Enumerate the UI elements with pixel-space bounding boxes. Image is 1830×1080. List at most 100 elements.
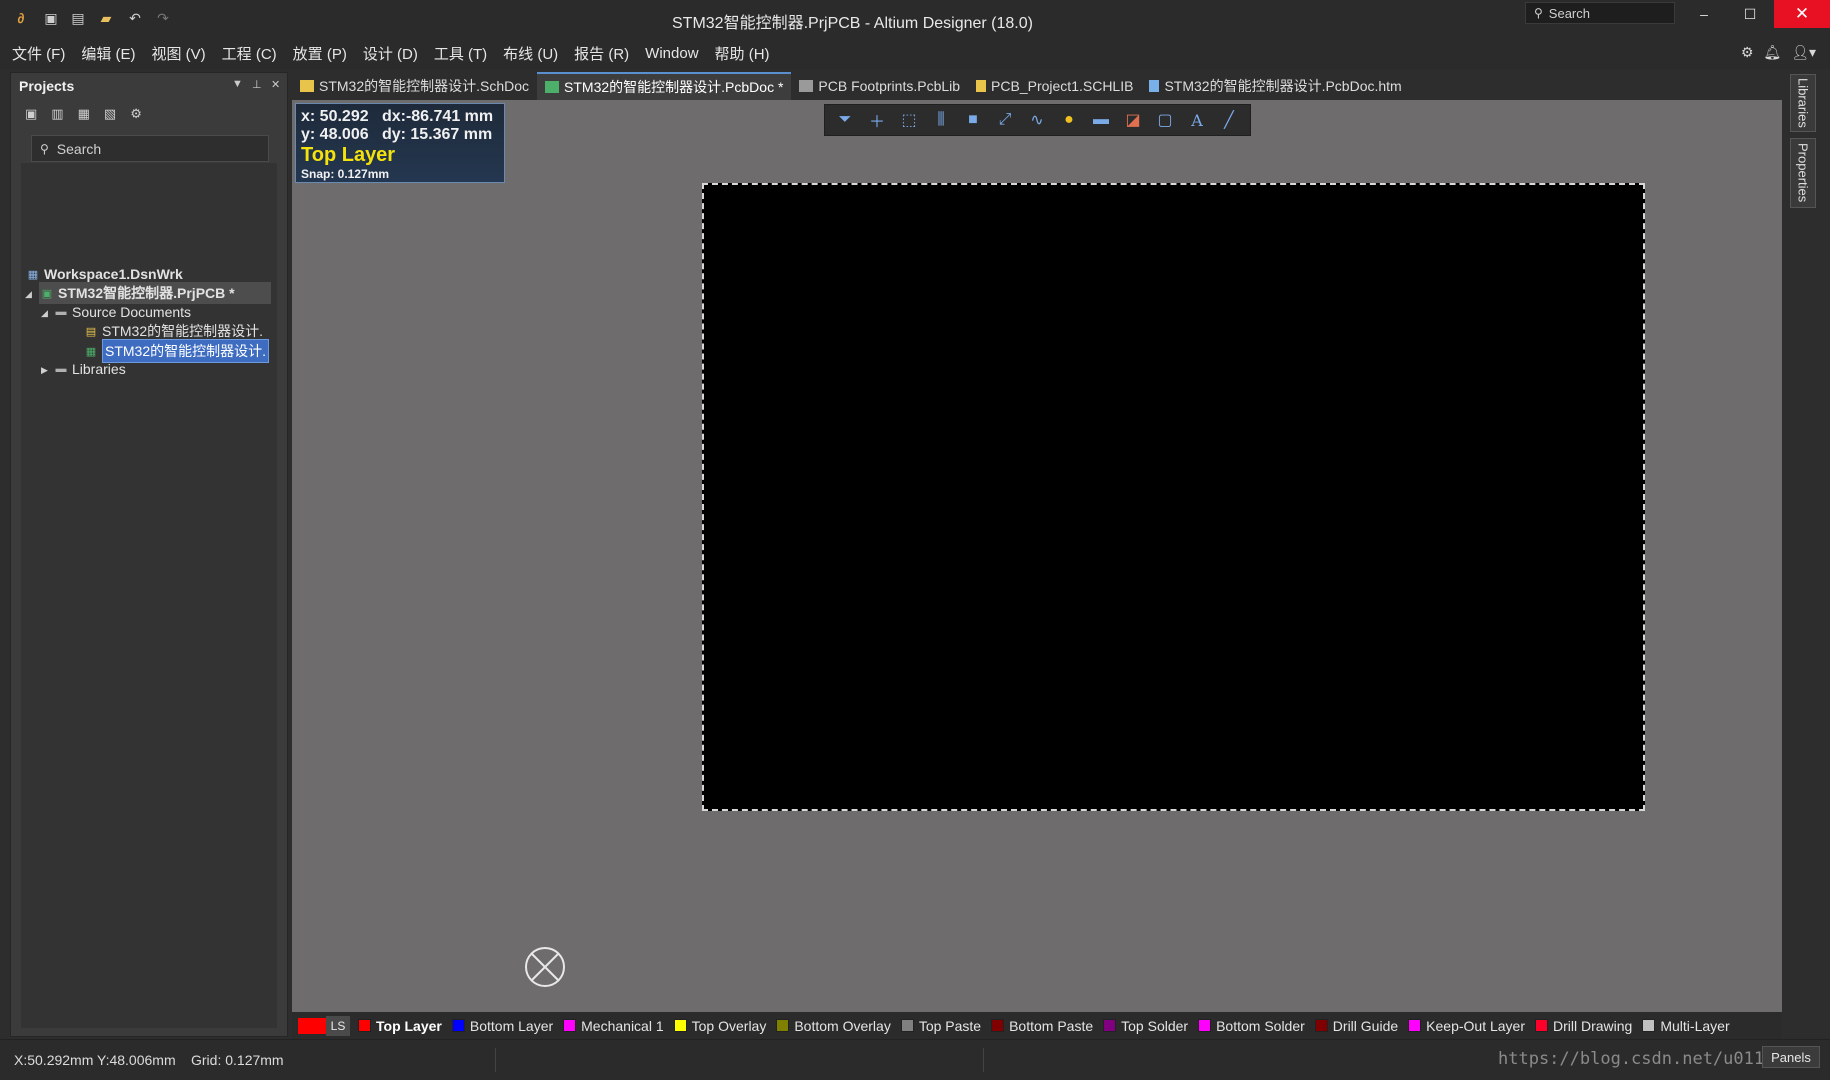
- panels-button[interactable]: Panels: [1762, 1046, 1820, 1068]
- global-search-input[interactable]: ⚲ Search: [1525, 2, 1675, 24]
- tab-htm-report[interactable]: STM32的智能控制器设计.PcbDoc.htm: [1141, 72, 1409, 100]
- status-divider: [495, 1048, 496, 1072]
- tab-schlib[interactable]: PCB_Project1.SCHLIB: [968, 72, 1141, 100]
- layer-tab-label: Top Overlay: [691, 1017, 767, 1034]
- layer-color-swatch: [776, 1019, 790, 1032]
- layer-tab[interactable]: Bottom Solder: [1198, 1018, 1305, 1034]
- menu-reports[interactable]: 报告 (R): [574, 43, 629, 64]
- panel-menu-chevron-down-icon[interactable]: ▼: [232, 78, 243, 90]
- coord-x-line: x: 50.292 dx:-86.741 mm: [301, 108, 494, 125]
- project-tree: ▦ Workspace1.DsnWrk ◢ ▣ STM32智能控制器.PrjPC…: [21, 163, 277, 1028]
- tab-pcblib[interactable]: PCB Footprints.PcbLib: [791, 72, 968, 100]
- crosshair-move-icon[interactable]: ＋: [867, 108, 887, 132]
- collapse-triangle-icon[interactable]: ◢: [25, 289, 32, 300]
- panel-close-icon[interactable]: ✕: [271, 78, 280, 91]
- filter-icon[interactable]: ⏷: [835, 111, 855, 129]
- tree-label: Source Documents: [72, 304, 192, 320]
- tree-label: STM32的智能控制器设计.: [102, 323, 264, 339]
- select-area-icon[interactable]: ⬚: [899, 110, 919, 130]
- title-bar: ∂ ▣ ▤ ▰ ↶ ↷ STM32智能控制器.PrjPCB - Altium D…: [0, 0, 1830, 37]
- layer-tab[interactable]: Drill Guide: [1314, 1017, 1399, 1034]
- place-fill-icon[interactable]: ▬: [1091, 111, 1111, 129]
- user-account-icon[interactable]: 👤︎▾: [1791, 44, 1816, 61]
- layer-color-swatch: [358, 1019, 371, 1032]
- status-coordinates: X:50.292mm Y:48.006mm: [14, 1052, 176, 1068]
- place-via-icon[interactable]: ●: [1059, 111, 1079, 129]
- layer-tab-label: Mechanical 1: [581, 1017, 664, 1034]
- menu-file[interactable]: 文件 (F): [12, 43, 65, 64]
- folder-icon: ▬: [55, 306, 67, 318]
- tab-pcbdoc[interactable]: STM32的智能控制器设计.PcbDoc *: [537, 72, 792, 100]
- layer-tab[interactable]: Bottom Paste: [991, 1018, 1093, 1034]
- layer-tab[interactable]: Top Overlay: [673, 1017, 767, 1034]
- layer-color-swatch: [1103, 1019, 1117, 1032]
- place-component-icon[interactable]: ■: [963, 111, 983, 129]
- place-line-icon[interactable]: ╱: [1219, 110, 1239, 130]
- status-grid: Grid: 0.127mm: [191, 1052, 284, 1068]
- layer-tab[interactable]: Top Layer: [358, 1018, 442, 1034]
- projects-panel-header: Projects ▼ ⊥ ✕: [11, 73, 287, 99]
- interactive-diff-pair-icon[interactable]: ∿: [1027, 110, 1047, 130]
- tree-label: Libraries: [72, 361, 126, 377]
- layer-tab[interactable]: Bottom Layer: [451, 1018, 553, 1034]
- layer-color-swatch: [1642, 1019, 1656, 1032]
- snap-label: Snap: 0.127mm: [301, 167, 390, 181]
- menu-help[interactable]: 帮助 (H): [715, 43, 770, 64]
- menu-place[interactable]: 放置 (P): [293, 43, 347, 64]
- projects-panel-title: Projects: [19, 78, 75, 94]
- menu-edit[interactable]: 编辑 (E): [81, 43, 135, 64]
- place-polygon-icon[interactable]: ◪: [1123, 110, 1143, 130]
- properties-panel-tab[interactable]: Properties: [1790, 138, 1816, 208]
- layer-color-swatch: [900, 1019, 914, 1032]
- projects-search-input[interactable]: ⚲ Search: [31, 135, 269, 162]
- layer-tab[interactable]: Multi-Layer: [1642, 1018, 1730, 1034]
- pcb-board-outline[interactable]: [702, 183, 1645, 811]
- settings-gear-icon[interactable]: ⚙: [130, 106, 142, 122]
- align-icon[interactable]: ⫼: [931, 111, 951, 129]
- tab-label: PCB Footprints.PcbLib: [818, 78, 961, 94]
- tree-item-libraries[interactable]: ▬ Libraries: [53, 358, 126, 380]
- place-text-icon[interactable]: A: [1187, 111, 1207, 130]
- libraries-panel-tab[interactable]: Libraries: [1790, 74, 1816, 132]
- layer-tab-label: Drill Guide: [1332, 1017, 1399, 1034]
- right-panel-tabs: Libraries Properties: [1790, 74, 1816, 208]
- menu-route[interactable]: 布线 (U): [503, 43, 558, 64]
- layer-set-button[interactable]: LS: [326, 1015, 350, 1036]
- layer-tab-label: Top Solder: [1121, 1017, 1189, 1034]
- maximize-button[interactable]: ☐: [1727, 0, 1773, 28]
- menu-view[interactable]: 视图 (V): [152, 43, 206, 64]
- compile-icon[interactable]: ▥: [51, 106, 63, 122]
- layer-tab[interactable]: Mechanical 1: [563, 1018, 664, 1034]
- tab-label: STM32的智能控制器设计.SchDoc: [319, 78, 530, 94]
- save-icon[interactable]: ▣: [25, 106, 37, 122]
- menu-project[interactable]: 工程 (C): [222, 43, 277, 64]
- search-label: Search: [1548, 5, 1590, 21]
- layer-tab[interactable]: Top Paste: [900, 1018, 981, 1034]
- gear-icon[interactable]: ⚙: [1741, 44, 1754, 61]
- pin-icon[interactable]: ⊥: [252, 78, 262, 91]
- html-report-icon: [1149, 80, 1160, 92]
- project-files-icon[interactable]: ▦: [78, 106, 90, 122]
- layer-tab[interactable]: Drill Drawing: [1535, 1018, 1632, 1034]
- layer-tab[interactable]: Keep-Out Layer: [1408, 1018, 1525, 1034]
- layer-tab-label: Top Layer: [376, 1017, 442, 1034]
- open-project-icon[interactable]: ▧: [104, 106, 116, 122]
- close-button[interactable]: ✕: [1774, 0, 1830, 28]
- menu-window[interactable]: Window: [645, 45, 698, 62]
- route-track-icon[interactable]: ⤢: [995, 111, 1015, 129]
- collapse-triangle-icon[interactable]: ◢: [41, 308, 48, 319]
- layer-tab[interactable]: Bottom Overlay: [776, 1018, 891, 1034]
- menu-design[interactable]: 设计 (D): [363, 43, 418, 64]
- minimize-button[interactable]: –: [1681, 0, 1727, 28]
- layer-color-swatch: [673, 1019, 687, 1032]
- tab-label: PCB_Project1.SCHLIB: [991, 78, 1134, 94]
- current-layer-label: Top Layer: [301, 144, 396, 166]
- layer-tab-label: Bottom Paste: [1009, 1017, 1094, 1034]
- tab-schdoc[interactable]: STM32的智能控制器设计.SchDoc: [292, 72, 537, 100]
- notification-bell-icon[interactable]: 🔔︎: [1763, 44, 1781, 61]
- expand-triangle-icon[interactable]: ▶: [41, 365, 48, 376]
- menu-tools[interactable]: 工具 (T): [434, 43, 487, 64]
- place-keepout-icon[interactable]: ▢: [1155, 110, 1175, 130]
- layer-list: Top Layer Bottom Layer Mechanical 1 Top Ove…: [358, 1018, 1740, 1034]
- layer-tab[interactable]: Top Solder: [1103, 1018, 1188, 1034]
